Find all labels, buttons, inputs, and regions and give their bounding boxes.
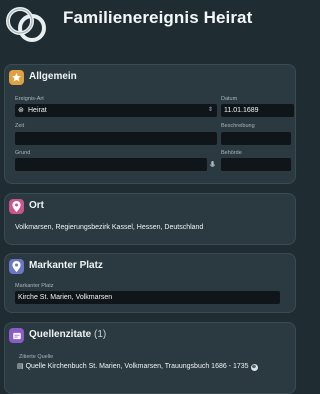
section-place: Ort Volkmarsen, Regierungsbezirk Kassel,… — [4, 193, 296, 245]
authority-field[interactable] — [221, 158, 291, 171]
event-type-select[interactable]: ⊛ Heirat ⇕ — [15, 104, 217, 117]
section-landmark: Markanter Platz Markanter Platz Kirche S… — [4, 253, 296, 313]
landmark-field-label: Markanter Platz — [15, 283, 54, 289]
landmark-field[interactable]: Kirche St. Marien, Volkmarsen — [15, 291, 280, 304]
section-citations-header[interactable]: Quellenzitate (1) — [5, 323, 295, 349]
info-icon[interactable]: ⊕ — [250, 364, 258, 371]
microphone-icon[interactable] — [208, 158, 216, 171]
section-general: Allgemein Ereignis-Art ⊛ Heirat ⇕ Datum … — [4, 64, 296, 184]
section-general-title: Allgemein — [29, 71, 77, 82]
document-icon: ▤ — [17, 363, 24, 370]
section-landmark-header[interactable]: Markanter Platz — [5, 254, 295, 280]
chevron-updown-icon: ⇕ — [207, 107, 213, 113]
section-general-header[interactable]: Allgemein — [5, 65, 295, 91]
section-citations-title: Quellenzitate (1) — [29, 329, 106, 340]
event-type-value: Heirat — [28, 107, 47, 114]
citations-title-text: Quellenzitate — [29, 329, 92, 340]
section-place-title: Ort — [29, 200, 44, 211]
map-pin-icon — [9, 199, 24, 214]
cited-source-value: Quelle Kirchenbuch St. Marien, Volkmarse… — [25, 363, 249, 370]
time-label: Zeit — [15, 123, 25, 129]
reason-label: Grund — [15, 150, 31, 156]
date-label: Datum — [221, 96, 238, 102]
time-field[interactable] — [15, 132, 217, 145]
section-landmark-title: Markanter Platz — [29, 260, 103, 271]
citations-count: (1) — [94, 329, 107, 340]
cited-source-label: Zitierte Quelle — [19, 354, 54, 360]
description-label: Beschreibung — [221, 123, 255, 129]
event-type-icon: ⊛ — [18, 107, 24, 114]
reason-field[interactable] — [15, 158, 207, 171]
description-field[interactable] — [221, 132, 291, 145]
app-logo-icon — [6, 7, 46, 42]
date-field[interactable]: 11.01.1689 — [221, 104, 294, 117]
landmark-pin-icon — [9, 259, 24, 274]
header: Familienereignis Heirat — [0, 0, 279, 50]
citation-icon — [9, 328, 24, 343]
page-title: Familienereignis Heirat — [63, 8, 253, 27]
section-place-header[interactable]: Ort — [5, 194, 295, 220]
event-type-label: Ereignis-Art — [15, 96, 44, 102]
section-citations: Quellenzitate (1) Zitierte Quelle ▤ Quel… — [4, 322, 296, 394]
place-value[interactable]: Volkmarsen, Regierungsbezirk Kassel, Hes… — [15, 224, 203, 231]
star-icon — [9, 70, 24, 85]
cited-source-row[interactable]: ▤ Quelle Kirchenbuch St. Marien, Volkmar… — [17, 362, 258, 371]
authority-label: Behörde — [221, 150, 242, 156]
